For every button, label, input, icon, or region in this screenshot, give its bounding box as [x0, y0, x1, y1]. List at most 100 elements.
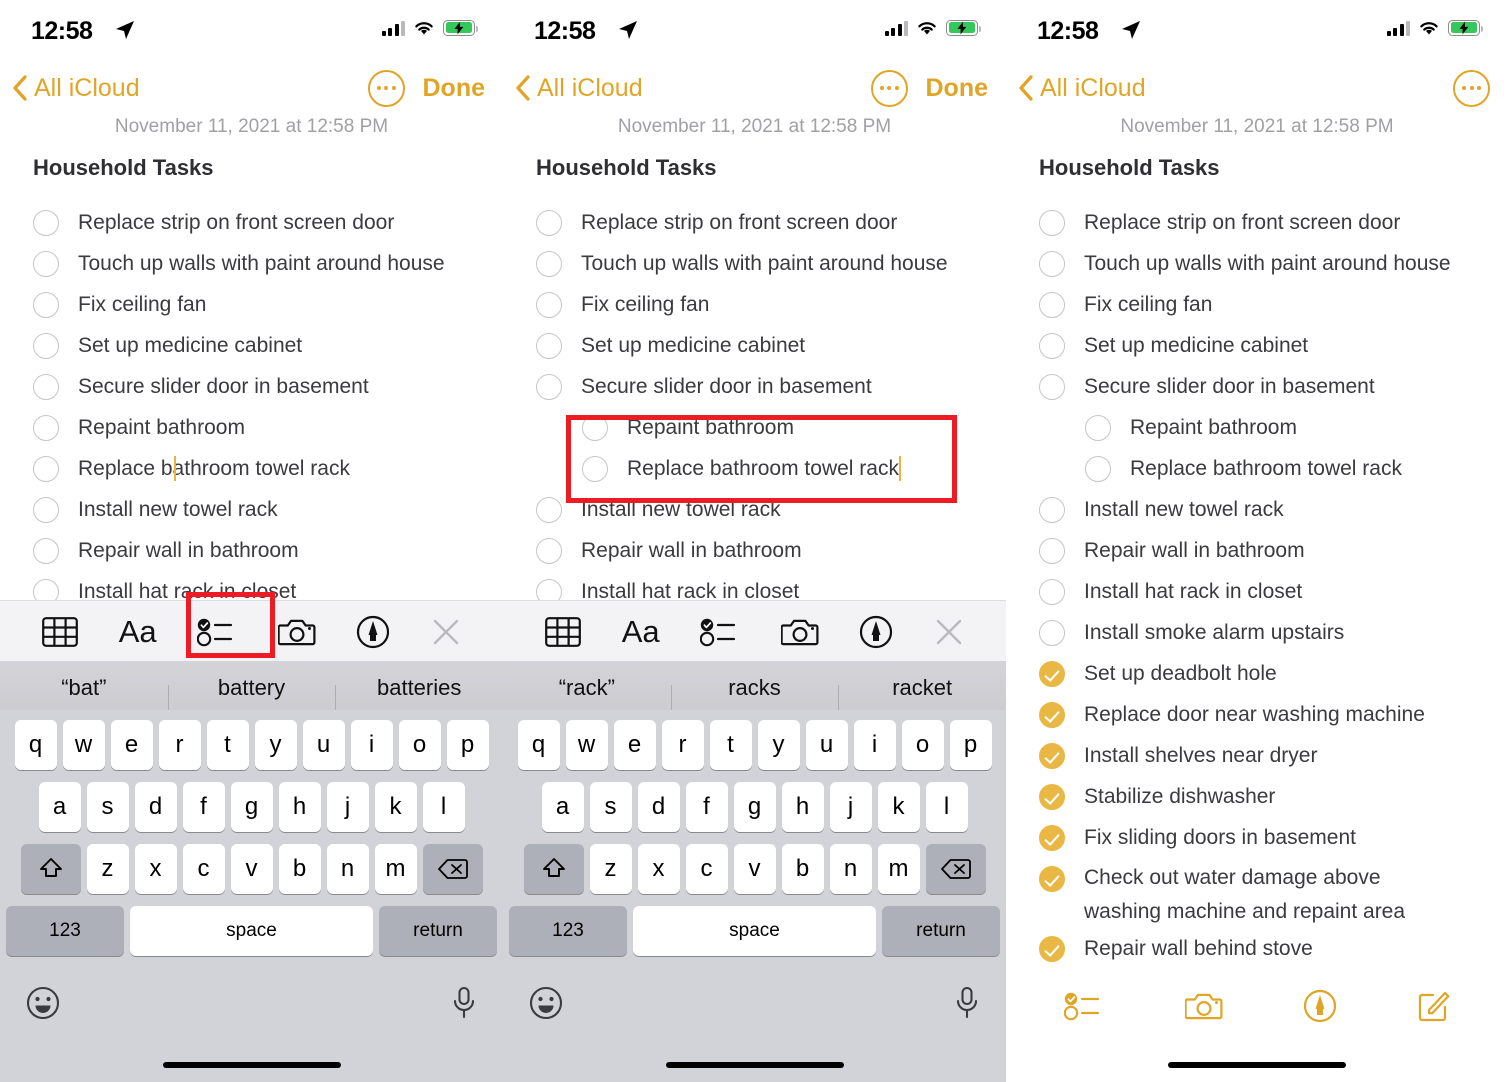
- checklist-row[interactable]: Repair wall in bathroom: [503, 533, 1006, 574]
- key-y[interactable]: y: [254, 720, 297, 770]
- emoji-smiley-icon[interactable]: [529, 986, 563, 1020]
- checklist-row[interactable]: Secure slider door in basement: [0, 369, 503, 410]
- checklist-row[interactable]: Fix ceiling fan: [1006, 287, 1508, 328]
- checklist-row[interactable]: Touch up walls with paint around house: [503, 246, 1006, 287]
- checklist-row-checked[interactable]: Install shelves near dryer: [1006, 738, 1508, 779]
- checklist-format-icon[interactable]: [700, 617, 740, 647]
- checklist-row-checked[interactable]: Check out water damage above washing mac…: [1006, 861, 1508, 931]
- key-m[interactable]: m: [374, 844, 417, 894]
- close-icon[interactable]: [934, 617, 964, 647]
- checklist-row[interactable]: Fix ceiling fan: [503, 287, 1006, 328]
- back-to-all-icloud-button[interactable]: All iCloud: [1018, 62, 1146, 114]
- key-d[interactable]: d: [637, 782, 680, 832]
- checkbox-icon[interactable]: [33, 292, 59, 318]
- checkbox-icon[interactable]: [33, 374, 59, 400]
- checkbox-icon[interactable]: [33, 538, 59, 564]
- numbers-key[interactable]: 123: [6, 906, 124, 956]
- key-u[interactable]: u: [302, 720, 345, 770]
- checkbox-icon[interactable]: [536, 333, 562, 359]
- checkbox-icon[interactable]: [536, 497, 562, 523]
- key-c[interactable]: c: [182, 844, 225, 894]
- key-q[interactable]: q: [517, 720, 560, 770]
- markup-pen-icon[interactable]: [859, 615, 893, 649]
- checkbox-icon[interactable]: [1039, 620, 1065, 646]
- checkbox-icon[interactable]: [1039, 579, 1065, 605]
- key-i[interactable]: i: [853, 720, 896, 770]
- checkbox-icon[interactable]: [33, 456, 59, 482]
- key-b[interactable]: b: [278, 844, 321, 894]
- checklist-row[interactable]: Secure slider door in basement: [503, 369, 1006, 410]
- key-k[interactable]: k: [877, 782, 920, 832]
- close-icon[interactable]: [431, 617, 461, 647]
- checklist-row[interactable]: Replace strip on front screen door: [0, 205, 503, 246]
- checklist-row-checked[interactable]: Replace door near washing machine: [1006, 697, 1508, 738]
- key-z[interactable]: z: [589, 844, 632, 894]
- checklist-row[interactable]: Set up medicine cabinet: [503, 328, 1006, 369]
- prediction-2[interactable]: batteries: [335, 675, 503, 719]
- key-w[interactable]: w: [62, 720, 105, 770]
- key-b[interactable]: b: [781, 844, 824, 894]
- text-format-icon[interactable]: Aa: [119, 614, 157, 650]
- checkbox-checked-icon[interactable]: [1039, 825, 1065, 851]
- checklist-row[interactable]: Secure slider door in basement: [1006, 369, 1508, 410]
- key-q[interactable]: q: [14, 720, 57, 770]
- key-t[interactable]: t: [206, 720, 249, 770]
- ellipsis-circle-icon[interactable]: [1453, 69, 1490, 107]
- checklist-row[interactable]: Repair wall in bathroom: [1006, 533, 1508, 574]
- key-c[interactable]: c: [685, 844, 728, 894]
- checkbox-icon[interactable]: [33, 251, 59, 277]
- checklist-row-indented-active[interactable]: Replace bathroom towel rack: [503, 451, 1006, 492]
- prediction-1[interactable]: battery: [167, 675, 336, 719]
- key-j[interactable]: j: [326, 782, 369, 832]
- key-s[interactable]: s: [589, 782, 632, 832]
- prediction-2[interactable]: racket: [838, 675, 1006, 719]
- checkbox-icon[interactable]: [536, 210, 562, 236]
- checkbox-icon[interactable]: [536, 374, 562, 400]
- space-key[interactable]: space: [130, 906, 373, 956]
- checkbox-icon[interactable]: [582, 456, 608, 482]
- table-icon[interactable]: [545, 616, 582, 647]
- key-j[interactable]: j: [829, 782, 872, 832]
- prediction-0[interactable]: “bat”: [0, 675, 168, 701]
- checkbox-icon[interactable]: [1039, 210, 1065, 236]
- ellipsis-circle-icon[interactable]: [367, 69, 405, 107]
- checkbox-icon[interactable]: [1039, 538, 1065, 564]
- key-r[interactable]: r: [158, 720, 201, 770]
- checklist-row[interactable]: Fix ceiling fan: [0, 287, 503, 328]
- checkbox-icon[interactable]: [33, 497, 59, 523]
- table-icon[interactable]: [42, 616, 79, 647]
- checkbox-icon[interactable]: [1039, 374, 1065, 400]
- microphone-icon[interactable]: [451, 986, 477, 1020]
- key-n[interactable]: n: [829, 844, 872, 894]
- key-t[interactable]: t: [709, 720, 752, 770]
- markup-pen-icon[interactable]: [356, 615, 390, 649]
- text-format-icon[interactable]: Aa: [622, 614, 660, 650]
- key-g[interactable]: g: [230, 782, 273, 832]
- key-p[interactable]: p: [949, 720, 992, 770]
- key-e[interactable]: e: [613, 720, 656, 770]
- checkbox-icon[interactable]: [1039, 251, 1065, 277]
- checkbox-icon[interactable]: [536, 251, 562, 277]
- back-to-all-icloud-button[interactable]: All iCloud: [515, 62, 643, 114]
- checklist-row[interactable]: Touch up walls with paint around house: [0, 246, 503, 287]
- key-a[interactable]: a: [38, 782, 81, 832]
- key-e[interactable]: e: [110, 720, 153, 770]
- space-key[interactable]: space: [633, 906, 876, 956]
- checklist-row-indented[interactable]: Repaint bathroom: [503, 410, 1006, 451]
- key-u[interactable]: u: [805, 720, 848, 770]
- key-z[interactable]: z: [86, 844, 129, 894]
- key-o[interactable]: o: [398, 720, 441, 770]
- checklist-row[interactable]: Set up medicine cabinet: [0, 328, 503, 369]
- checklist-row[interactable]: Repaint bathroom: [0, 410, 503, 451]
- microphone-icon[interactable]: [954, 986, 980, 1020]
- checkbox-icon[interactable]: [33, 210, 59, 236]
- checkbox-checked-icon[interactable]: [1039, 784, 1065, 810]
- shift-key[interactable]: [523, 844, 584, 894]
- checkbox-checked-icon[interactable]: [1039, 702, 1065, 728]
- checkbox-checked-icon[interactable]: [1039, 866, 1065, 892]
- key-l[interactable]: l: [925, 782, 968, 832]
- back-to-all-icloud-button[interactable]: All iCloud: [12, 62, 140, 114]
- done-button[interactable]: Done: [423, 74, 486, 103]
- backspace-key[interactable]: [925, 844, 986, 894]
- key-n[interactable]: n: [326, 844, 369, 894]
